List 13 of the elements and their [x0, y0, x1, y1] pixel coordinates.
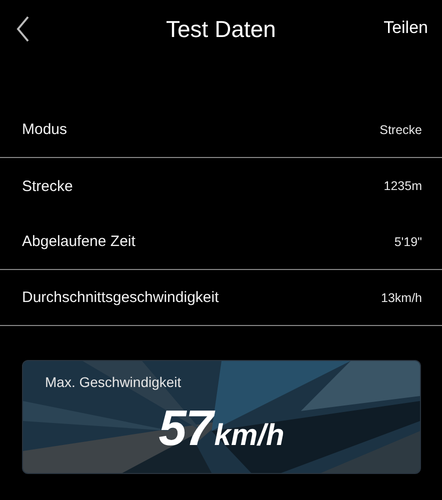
- row-value: 13km/h: [381, 290, 422, 304]
- share-button[interactable]: Teilen: [384, 18, 428, 38]
- max-speed-label: Max. Geschwindigkeit: [45, 374, 182, 390]
- row-label: Modus: [22, 121, 68, 138]
- row-value: 5'19": [394, 234, 422, 248]
- back-icon: [16, 16, 30, 42]
- row-label: Durchschnittsgeschwindigkeit: [22, 289, 219, 306]
- row-value: Strecke: [380, 122, 422, 136]
- row-label: Strecke: [22, 178, 73, 194]
- speed-unit: km/h: [214, 419, 284, 453]
- row-label: Abgelaufene Zeit: [22, 233, 136, 250]
- row-value: 1235m: [384, 179, 422, 193]
- page-title: Test Daten: [166, 16, 276, 42]
